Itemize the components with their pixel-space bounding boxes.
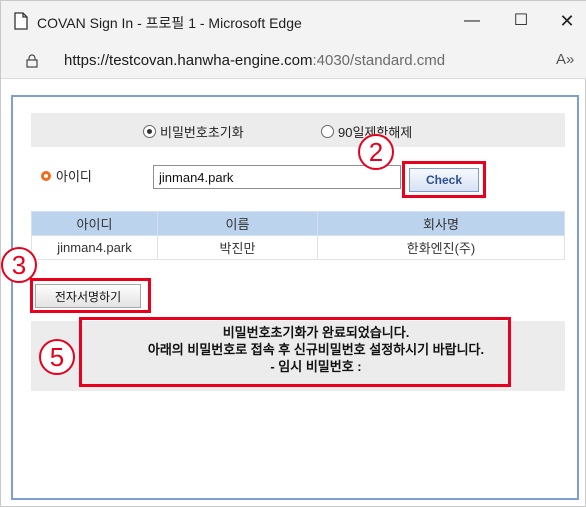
cell-name: 박진만 [157, 235, 318, 260]
page-icon [14, 12, 28, 30]
radio-selected-icon[interactable] [143, 125, 156, 138]
step-badge-5: 5 [39, 339, 75, 375]
cell-company: 한화엔진(주) [317, 235, 565, 260]
step-badge-2: 2 [358, 134, 394, 170]
address-bar: https://testcovan.hanwha-engine.com:4030… [1, 41, 586, 79]
radio-label: 비밀번호초기화 [160, 125, 244, 140]
col-header-id: 아이디 [31, 211, 158, 236]
site-info-icon[interactable] [25, 54, 39, 68]
close-button[interactable]: ✕ [553, 9, 581, 33]
id-label-text: 아이디 [56, 169, 92, 184]
highlight-message [79, 317, 511, 387]
browser-window: COVAN Sign In - 프로필 1 - Microsoft Edge —… [0, 0, 586, 507]
url-host: https://testcovan.hanwha-engine.com [64, 52, 313, 69]
bullet-icon [41, 170, 51, 181]
read-aloud-icon[interactable]: A» [556, 51, 574, 68]
maximize-button[interactable]: ☐ [507, 9, 535, 33]
minimize-button[interactable]: — [458, 9, 486, 33]
step-badge-3: 3 [1, 247, 37, 283]
reset-option-panel: 비밀번호초기화 90일제한해제 [31, 113, 565, 147]
cell-id: jinman4.park [31, 235, 158, 260]
radio-unselected-icon[interactable] [321, 125, 334, 138]
highlight-check [402, 161, 486, 198]
id-input[interactable] [153, 165, 401, 189]
col-header-name: 이름 [157, 211, 318, 236]
radio-password-reset[interactable]: 비밀번호초기화 [143, 122, 244, 141]
table-row[interactable]: jinman4.park 박진만 한화엔진(주) [31, 235, 565, 260]
title-bar: COVAN Sign In - 프로필 1 - Microsoft Edge —… [1, 1, 586, 41]
col-header-company: 회사명 [317, 211, 565, 236]
sign-in-frame: 비밀번호초기화 90일제한해제 아이디 Check 아이디 이름 회사명 [11, 95, 579, 500]
user-table: 아이디 이름 회사명 jinman4.park 박진만 한화엔진(주) [31, 211, 565, 260]
window-title: COVAN Sign In - 프로필 1 - Microsoft Edge [37, 15, 302, 31]
highlight-sign [30, 278, 151, 313]
url-field[interactable]: https://testcovan.hanwha-engine.com:4030… [64, 52, 445, 69]
url-path: :4030/standard.cmd [312, 52, 446, 69]
id-label: 아이디 [41, 166, 92, 185]
table-header-row: 아이디 이름 회사명 [31, 211, 565, 236]
